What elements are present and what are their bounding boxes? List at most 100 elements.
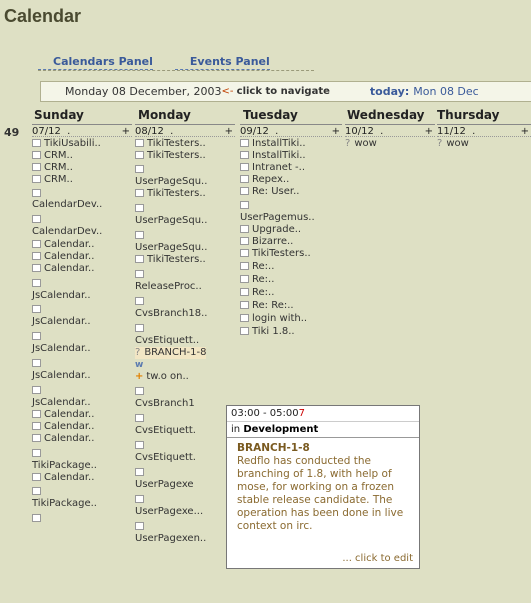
event-item[interactable]: Calendar.. [32, 421, 94, 433]
today-link[interactable]: Mon 08 Dec [413, 85, 478, 98]
event-item[interactable]: InstallTiki.. [240, 138, 306, 150]
tooltip-edit-link[interactable]: ... click to edit [342, 553, 413, 564]
event-item[interactable]: Calendar.. [32, 239, 94, 251]
event-item[interactable]: CalendarDev.. [32, 199, 102, 211]
event-item[interactable]: CvsEtiquett.. [135, 335, 199, 347]
event-item[interactable]: w [135, 359, 143, 371]
event-icon-only[interactable] [135, 386, 147, 398]
event-icon-only[interactable] [32, 486, 44, 498]
day-cell-date[interactable]: 10/12 . + [345, 124, 435, 137]
event-item[interactable]: UserPageSqu.. [135, 215, 207, 227]
event-item[interactable]: TikiTesters.. [135, 150, 206, 162]
event-item[interactable]: JsCalendar.. [32, 343, 91, 355]
day-header-wednesday: Wednesday [347, 108, 425, 122]
event-item[interactable]: CalendarDev.. [32, 226, 102, 238]
event-item[interactable]: UserPagemus.. [240, 212, 315, 224]
event-item[interactable]: InstallTiki.. [240, 150, 306, 162]
tooltip-time: 03:00 - 05:007 [227, 406, 419, 422]
event-icon-only[interactable] [32, 448, 44, 460]
event-icon-only[interactable] [135, 521, 147, 533]
event-icon-only[interactable] [32, 278, 44, 290]
event-icon-only[interactable] [135, 467, 147, 479]
event-icon-only[interactable] [32, 331, 44, 343]
event-item[interactable]: TikiTesters.. [135, 188, 206, 200]
event-icon-only[interactable] [135, 296, 147, 308]
event-item[interactable]: Calendar.. [32, 251, 94, 263]
add-event-icon[interactable]: + [332, 125, 340, 138]
day-cell-date[interactable]: 07/12 . + [32, 124, 132, 137]
day-cell-date[interactable]: 08/12 . + [135, 124, 235, 137]
event-item[interactable]: TikiUsabili.. [32, 138, 101, 150]
event-item[interactable]: login with.. [240, 313, 307, 325]
event-item[interactable]: Re: User.. [240, 186, 299, 198]
event-item[interactable]: ? wow [437, 138, 469, 150]
event-item[interactable]: UserPageSqu.. [135, 242, 207, 254]
event-item[interactable]: JsCalendar.. [32, 290, 91, 302]
event-item[interactable]: CvsBranch1 [135, 398, 195, 410]
event-icon-only[interactable] [135, 164, 147, 176]
event-item[interactable]: CRM.. [32, 150, 73, 162]
event-icon-only[interactable] [32, 385, 44, 397]
event-icon-only[interactable] [32, 304, 44, 316]
event-item[interactable]: TikiPackage.. [32, 498, 97, 510]
navigate-link[interactable]: <- click to navigate [221, 86, 329, 97]
event-icon-only[interactable] [32, 358, 44, 370]
week-number: 49 [4, 126, 20, 139]
add-event-icon[interactable]: + [425, 125, 433, 138]
event-item[interactable]: CvsEtiquett. [135, 452, 196, 464]
event-icon-only[interactable] [32, 513, 44, 525]
event-item-selected[interactable]: ? BRANCH-1-8 [135, 347, 207, 359]
event-item[interactable]: CvsEtiquett. [135, 425, 196, 437]
event-item[interactable]: CvsBranch18.. [135, 308, 207, 320]
event-item[interactable]: Tiki 1.8.. [240, 326, 295, 338]
event-item[interactable]: ? wow [345, 138, 377, 150]
event-item[interactable]: Upgrade.. [240, 224, 301, 236]
event-icon-only[interactable] [135, 413, 147, 425]
event-item[interactable]: Calendar.. [32, 472, 94, 484]
add-event-icon[interactable]: + [521, 125, 529, 138]
add-event-icon[interactable]: + [122, 125, 130, 138]
event-item[interactable]: CRM.. [32, 162, 73, 174]
event-item[interactable]: Intranet -.. [240, 162, 305, 174]
calendars-panel-link[interactable]: Calendars Panel [38, 55, 153, 70]
event-item[interactable]: TikiTesters.. [240, 248, 311, 260]
plus-icon: + [135, 371, 144, 382]
event-item[interactable]: JsCalendar.. [32, 316, 91, 328]
event-icon-only[interactable] [240, 200, 252, 212]
event-item[interactable]: CRM.. [32, 174, 73, 186]
event-item[interactable]: TikiTesters.. [135, 138, 206, 150]
day-cell-date[interactable]: 11/12 . + [437, 124, 531, 137]
event-item[interactable]: UserPagexen.. [135, 533, 206, 545]
event-icon-only[interactable] [135, 440, 147, 452]
event-item[interactable]: JsCalendar.. [32, 397, 91, 409]
event-item[interactable]: JsCalendar.. [32, 370, 91, 382]
event-item[interactable]: Re:.. [240, 261, 274, 273]
event-item[interactable]: Repex.. [240, 174, 289, 186]
event-item[interactable]: UserPagexe [135, 479, 194, 491]
event-icon-only[interactable] [32, 214, 44, 226]
event-item[interactable]: + tw.o on.. [135, 371, 189, 383]
event-icon-only[interactable] [135, 230, 147, 242]
event-item[interactable]: Calendar.. [32, 263, 94, 275]
event-item[interactable]: ReleaseProc.. [135, 281, 202, 293]
event-item[interactable]: UserPagexe... [135, 506, 203, 518]
wiki-icon: w [135, 360, 144, 370]
event-item[interactable]: Calendar.. [32, 409, 94, 421]
tooltip-category: in Development [227, 422, 419, 438]
day-header-tuesday: Tuesday [243, 108, 298, 122]
event-item[interactable]: Re:.. [240, 274, 274, 286]
event-icon-only[interactable] [135, 323, 147, 335]
event-icon-only[interactable] [135, 203, 147, 215]
event-item[interactable]: Re: Re:.. [240, 300, 294, 312]
event-icon-only[interactable] [135, 494, 147, 506]
event-icon-only[interactable] [135, 269, 147, 281]
event-item[interactable]: TikiTesters.. [135, 254, 206, 266]
events-panel-link[interactable]: Events Panel [174, 55, 270, 70]
event-item[interactable]: UserPageSqu.. [135, 176, 207, 188]
day-cell-date[interactable]: 09/12 . + [240, 124, 342, 137]
event-item[interactable]: Calendar.. [32, 433, 94, 445]
event-item[interactable]: Bizarre.. [240, 236, 293, 248]
event-item[interactable]: TikiPackage.. [32, 460, 97, 472]
add-event-icon[interactable]: + [225, 125, 233, 138]
event-item[interactable]: Re:.. [240, 287, 274, 299]
